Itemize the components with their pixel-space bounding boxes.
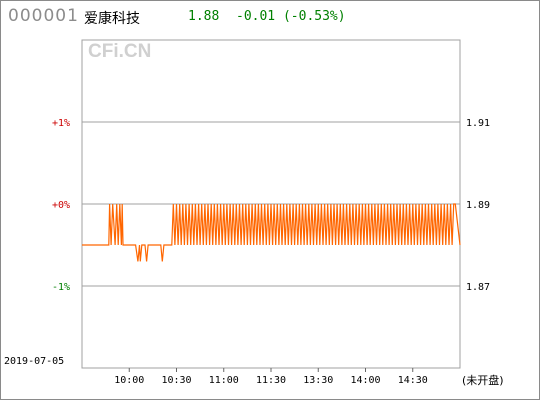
right-tick-label: 1.89 bbox=[466, 200, 490, 211]
market-status: (未开盘) bbox=[462, 374, 504, 387]
right-tick-label: 1.87 bbox=[466, 282, 490, 293]
left-tick-label: -1% bbox=[52, 282, 70, 293]
x-tick-label: 14:00 bbox=[350, 375, 380, 386]
x-tick-label: 13:30 bbox=[303, 375, 333, 386]
left-tick-label: +1% bbox=[52, 118, 70, 129]
x-tick-label: 10:30 bbox=[161, 375, 191, 386]
left-axis-labels: +1% +0% -1% bbox=[52, 118, 70, 293]
left-tick-label: +0% bbox=[52, 200, 70, 211]
x-tick-label: 14:30 bbox=[398, 375, 428, 386]
x-tick-label: 10:00 bbox=[114, 375, 144, 386]
date-label: 2019-07-05 bbox=[4, 356, 65, 367]
x-tick-label: 11:30 bbox=[256, 375, 286, 386]
right-axis-labels: 1.91 1.89 1.87 bbox=[466, 118, 490, 293]
price-line bbox=[82, 203, 461, 262]
right-tick-label: 1.91 bbox=[466, 118, 490, 129]
watermark: CFi.CN bbox=[88, 41, 151, 62]
intraday-chart: CFi.CN +1% +0% -1% 1.91 1.89 1.87 10:00 10:30… bbox=[52, 39, 490, 386]
x-tick-label: 11:00 bbox=[209, 375, 239, 386]
x-axis-labels: 10:00 10:30 11:00 11:30 13:30 14:00 14:30 bbox=[114, 368, 428, 386]
